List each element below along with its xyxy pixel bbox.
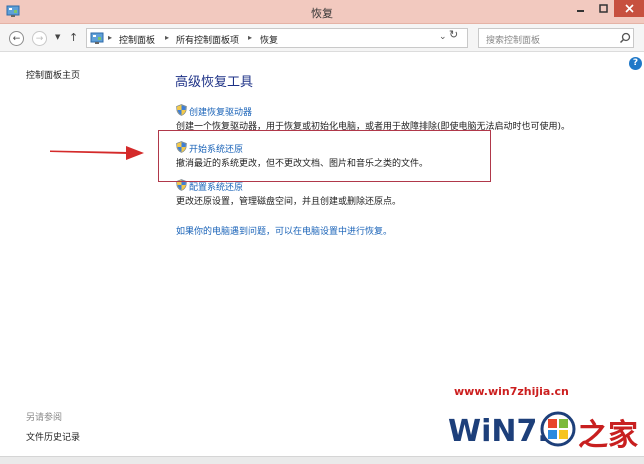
minimize-icon [577, 10, 584, 12]
svg-text:之家: 之家 [578, 418, 638, 453]
search-input[interactable]: 搜索控制面板 [478, 28, 634, 48]
title-bar: 恢复 [0, 0, 644, 24]
red-arrow-icon [50, 146, 144, 160]
shield-icon [176, 104, 187, 116]
watermark-url: www.win7zhijia.cn [454, 385, 569, 398]
pc-settings-recovery-link[interactable]: 如果你的电脑遇到问题，可以在电脑设置中进行恢复。 [176, 224, 392, 237]
status-bar [0, 456, 644, 464]
close-icon [624, 4, 634, 13]
breadcrumb-separator-icon: ▸ [248, 33, 253, 42]
refresh-icon: ↻ [449, 28, 459, 41]
create-recovery-drive-link[interactable]: 创建恢复驱动器 [189, 105, 252, 118]
highlight-box [158, 130, 491, 182]
arrow-up-icon: ↑ [69, 31, 79, 44]
search-placeholder: 搜索控制面板 [486, 36, 541, 46]
breadcrumb-control-panel[interactable]: 控制面板 [119, 33, 155, 46]
breadcrumb-recovery[interactable]: 恢复 [260, 33, 278, 46]
chevron-down-icon: ⌄ [439, 32, 447, 42]
configure-system-restore-description: 更改还原设置，管理磁盘空间，并且创建或删除还原点。 [176, 197, 402, 207]
control-panel-icon [90, 32, 104, 44]
watermark-logo: www.win7zhijia.cn WiN7. 之家 [440, 383, 640, 461]
maximize-button[interactable] [592, 0, 614, 17]
control-panel-home-link[interactable]: 控制面板主页 [26, 68, 80, 81]
refresh-button[interactable]: ↻ [449, 28, 458, 41]
search-icon[interactable] [619, 32, 631, 44]
help-icon[interactable]: ? [629, 57, 642, 70]
recent-locations-button[interactable]: ▼ [55, 33, 60, 41]
arrow-right-icon: → [35, 33, 44, 44]
see-also-heading: 另请参阅 [26, 413, 63, 423]
chevron-down-icon: ▼ [55, 33, 61, 41]
minimize-button[interactable] [569, 0, 592, 17]
arrow-left-icon: ← [12, 33, 21, 44]
breadcrumb-separator-icon: ▸ [165, 33, 170, 42]
back-button[interactable]: ← [9, 31, 24, 46]
file-history-link[interactable]: 文件历史记录 [26, 430, 80, 443]
address-field[interactable]: ▸ 控制面板 ▸ 所有控制面板项 ▸ 恢复 ⌄ [86, 28, 468, 48]
address-dropdown-button[interactable]: ⌄ [439, 32, 447, 42]
page-title: 高级恢复工具 [175, 75, 254, 90]
forward-button[interactable]: → [32, 31, 47, 46]
win7-logo-icon: WiN7. 之家 [448, 411, 638, 453]
breadcrumb-separator-icon: ▸ [108, 33, 113, 42]
up-button[interactable]: ↑ [69, 31, 78, 44]
maximize-icon [598, 4, 608, 13]
close-button[interactable] [614, 0, 644, 17]
window-title: 恢复 [311, 7, 333, 20]
svg-text:WiN7.: WiN7. [448, 414, 549, 449]
breadcrumb-all-items[interactable]: 所有控制面板项 [176, 33, 239, 46]
